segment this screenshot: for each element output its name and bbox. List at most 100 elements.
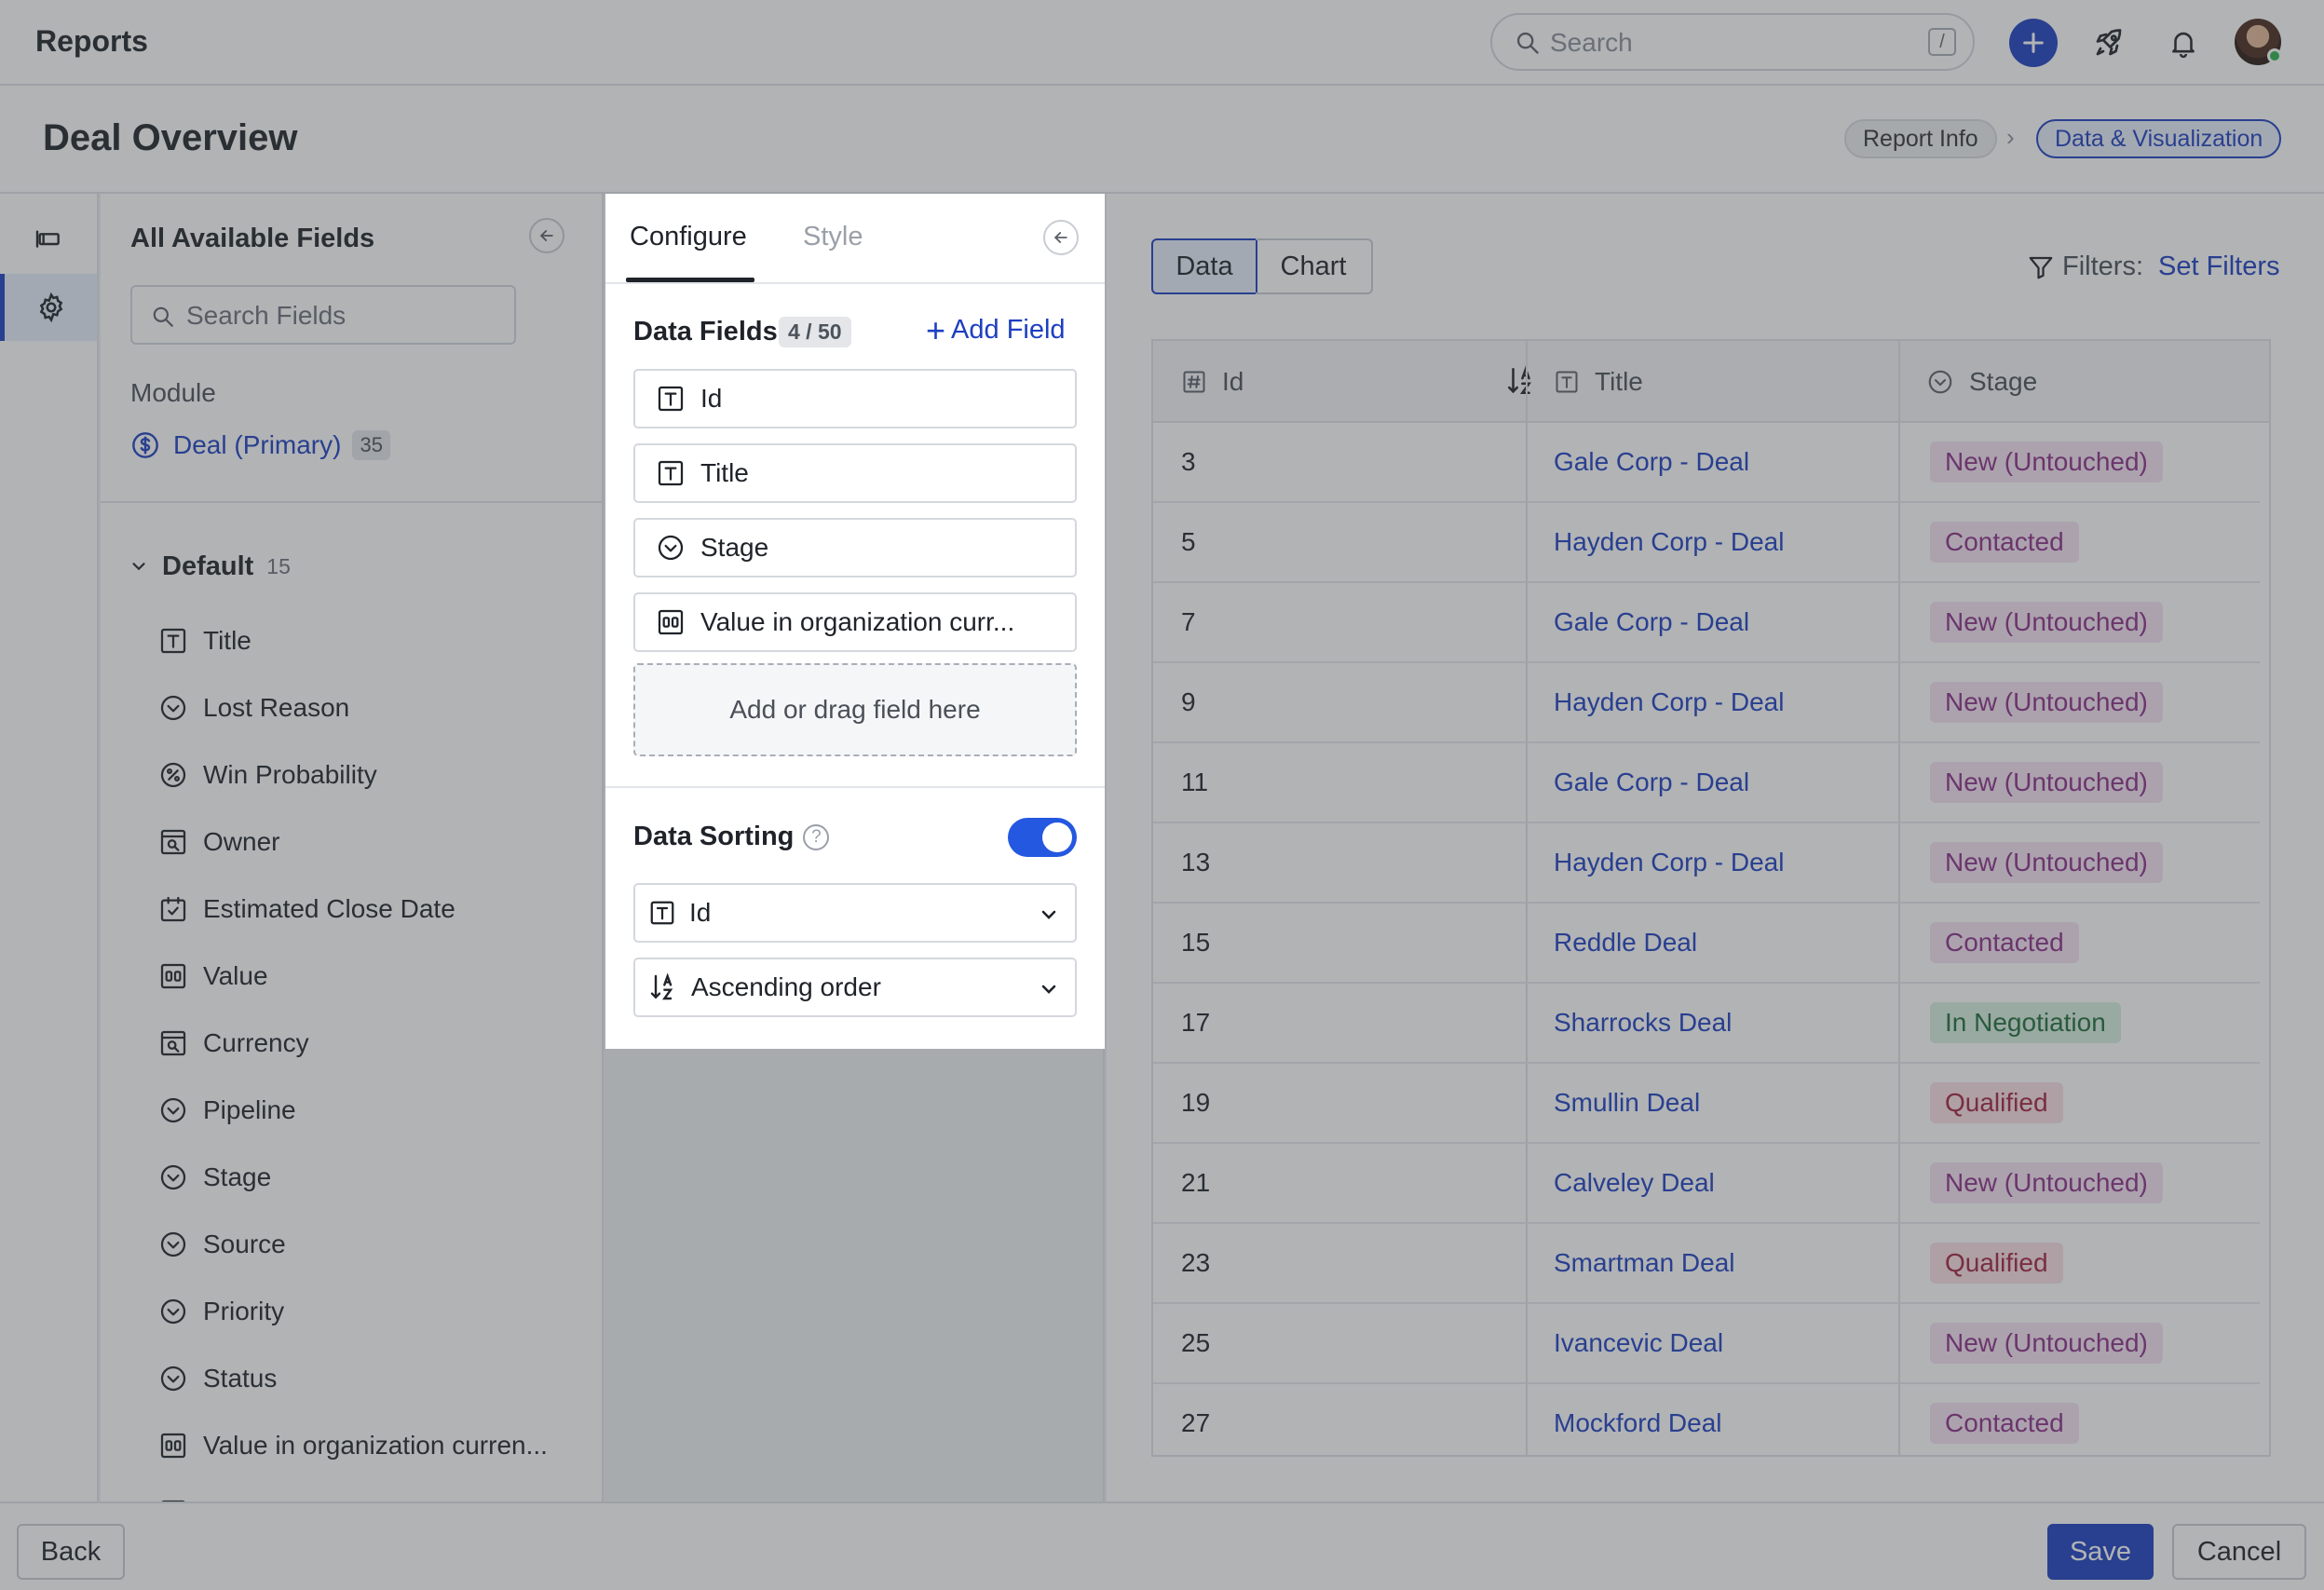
available-field-item[interactable]: Estimated Close Date xyxy=(158,876,587,943)
dropdown-field-icon xyxy=(658,535,684,561)
sort-order-select[interactable]: Ascending order xyxy=(633,958,1077,1017)
cell-id: 13 xyxy=(1181,848,1211,877)
online-status-dot xyxy=(2267,48,2282,63)
stage-badge: New (Untouched) xyxy=(1930,682,2163,723)
available-field-item[interactable]: Stage xyxy=(158,1144,587,1211)
data-fields-count: 4 / 50 xyxy=(779,317,851,347)
cell-title-link[interactable]: Calveley Deal xyxy=(1554,1144,1715,1222)
help-icon[interactable]: ? xyxy=(803,823,830,850)
global-search-input[interactable] xyxy=(1550,24,1904,61)
cell-id: 19 xyxy=(1181,1088,1211,1117)
table-row: 17 Sharrocks Deal In Negotiation xyxy=(1153,984,2260,1064)
field-dropzone[interactable]: Add or drag field here xyxy=(633,663,1077,756)
add-field-button[interactable]: + Add Field xyxy=(926,313,1066,347)
available-field-item[interactable]: Title xyxy=(158,607,587,674)
collapse-configure-panel-button[interactable] xyxy=(1043,220,1079,255)
dropdown-field-icon xyxy=(160,695,186,721)
table-row: 11 Gale Corp - Deal New (Untouched) xyxy=(1153,743,2260,823)
whats-new-button[interactable] xyxy=(2085,19,2133,67)
cell-stage: New (Untouched) xyxy=(1930,743,2163,822)
table-row: 7 Gale Corp - Deal New (Untouched) xyxy=(1153,583,2260,663)
data-field-item[interactable]: Stage xyxy=(633,518,1077,578)
tab-configure[interactable]: Configure xyxy=(630,222,747,252)
cell-id: 25 xyxy=(1181,1328,1211,1357)
column-header-stage[interactable]: Stage xyxy=(1926,341,2269,423)
set-filters-link[interactable]: Set Filters xyxy=(2158,251,2280,282)
cell-title-link[interactable]: Gale Corp - Deal xyxy=(1554,743,1749,822)
breadcrumb-data-visualization[interactable]: Data & Visualization xyxy=(2036,119,2282,158)
cell-title-link[interactable]: Smullin Deal xyxy=(1554,1064,1700,1142)
cell-stage: New (Untouched) xyxy=(1930,423,2163,501)
column-header-id[interactable]: Id xyxy=(1181,341,1531,423)
fields-search-input[interactable] xyxy=(186,298,494,333)
available-field-label: Value xyxy=(203,961,268,990)
available-field-label: Estimated Close Date xyxy=(203,894,455,923)
cancel-button[interactable]: Cancel xyxy=(2172,1524,2306,1580)
cell-title-link[interactable]: Smartman Deal xyxy=(1554,1224,1735,1302)
sort-ascending-icon xyxy=(650,972,673,1000)
data-field-item[interactable]: Value in organization curr... xyxy=(633,592,1077,652)
cell-id: 17 xyxy=(1181,1008,1211,1037)
tab-style[interactable]: Style xyxy=(803,222,863,252)
available-field-item[interactable]: Status xyxy=(158,1345,587,1412)
cell-title-link[interactable]: Sharrocks Deal xyxy=(1554,984,1732,1062)
notifications-button[interactable] xyxy=(2159,19,2208,67)
cell-title-link[interactable]: Mockford Deal xyxy=(1554,1384,1722,1455)
save-button[interactable]: Save xyxy=(2047,1524,2154,1580)
data-field-item[interactable]: Title xyxy=(633,443,1077,503)
available-field-item[interactable]: Source xyxy=(158,1211,587,1278)
cell-title-link[interactable]: Gale Corp - Deal xyxy=(1554,583,1749,661)
available-field-label: Currency xyxy=(203,1028,309,1057)
fields-search[interactable] xyxy=(130,285,516,345)
create-button[interactable] xyxy=(2009,19,2058,67)
data-field-label: Stage xyxy=(700,533,769,562)
footer-bar: Back Save Cancel xyxy=(0,1502,2324,1590)
module-field-count: 35 xyxy=(352,430,390,460)
available-fields-panel: All Available Fields Module Deal (Primar… xyxy=(101,194,604,1502)
cell-title-link[interactable]: Hayden Corp - Deal xyxy=(1554,663,1784,741)
rail-settings-button[interactable] xyxy=(0,274,97,341)
cell-stage: New (Untouched) xyxy=(1930,663,2163,741)
cell-title-link[interactable]: Ivancevic Deal xyxy=(1554,1304,1723,1382)
cell-title-link[interactable]: Hayden Corp - Deal xyxy=(1554,823,1784,902)
back-button[interactable]: Back xyxy=(17,1524,125,1580)
data-field-item[interactable]: Id xyxy=(633,369,1077,428)
available-field-item[interactable]: Currency xyxy=(158,1010,587,1077)
global-search[interactable]: / xyxy=(1490,13,1975,71)
available-field-item[interactable]: Lost Reason xyxy=(158,674,587,741)
breadcrumb-report-info[interactable]: Report Info xyxy=(1844,119,1997,158)
table-body: 3 Gale Corp - Deal New (Untouched) 5 Hayden … xyxy=(1153,423,2260,1455)
available-field-item[interactable]: Priority xyxy=(158,1278,587,1345)
available-field-item[interactable]: Pipeline xyxy=(158,1077,587,1144)
cell-title-link[interactable]: Gale Corp - Deal xyxy=(1554,423,1749,501)
collapse-fields-panel-button[interactable] xyxy=(529,218,564,253)
available-field-item[interactable]: Win Probability xyxy=(158,741,587,809)
available-field-item[interactable]: Value xyxy=(158,943,587,1010)
sort-order-value: Ascending order xyxy=(691,972,881,1001)
module-selector[interactable]: Deal (Primary) 35 xyxy=(130,427,390,464)
column-label: Id xyxy=(1222,367,1244,396)
data-sorting-toggle[interactable] xyxy=(1008,818,1077,857)
sort-field-select[interactable]: Id xyxy=(633,883,1077,943)
available-field-item[interactable]: Owner xyxy=(158,809,587,876)
table-row: 23 Smartman Deal Qualified xyxy=(1153,1224,2260,1304)
view-toggle-chart[interactable]: Chart xyxy=(1256,238,1373,294)
cell-title-link[interactable]: Hayden Corp - Deal xyxy=(1554,503,1784,581)
cell-id: 3 xyxy=(1181,447,1196,476)
available-field-item[interactable]: Forecast value in organizati... xyxy=(158,1479,587,1502)
stage-badge: Contacted xyxy=(1930,1403,2079,1444)
field-group-default[interactable]: Default 15 xyxy=(129,548,291,585)
chevron-down-icon xyxy=(1041,985,1056,994)
field-group-count: 15 xyxy=(266,553,291,578)
rail-fields-button[interactable] xyxy=(0,207,97,274)
data-fields-title: Data Fields xyxy=(633,317,778,347)
view-toggle-data[interactable]: Data xyxy=(1151,238,1257,294)
cell-title-link[interactable]: Reddle Deal xyxy=(1554,904,1697,982)
stage-badge: New (Untouched) xyxy=(1930,842,2163,883)
bell-icon xyxy=(2172,32,2195,59)
available-field-item[interactable]: Value in organization curren... xyxy=(158,1412,587,1479)
column-header-title[interactable]: Title xyxy=(1554,341,1898,423)
text-field-icon xyxy=(658,386,684,412)
table-row: 15 Reddle Deal Contacted xyxy=(1153,904,2260,984)
sort-ascending-icon[interactable] xyxy=(1505,365,1537,397)
